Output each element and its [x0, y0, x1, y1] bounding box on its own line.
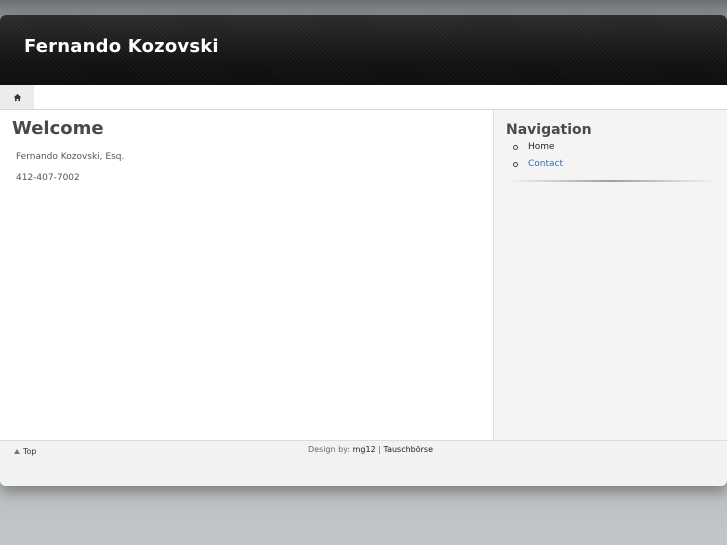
- sidebar-item-label[interactable]: Contact: [528, 159, 563, 169]
- site-header: Fernando Kozovski: [0, 15, 727, 85]
- home-icon: [13, 93, 21, 101]
- sidebar: Navigation Home Contact: [493, 110, 727, 440]
- top-navbar: [0, 85, 727, 110]
- phone-number: 412-407-7002: [16, 173, 80, 183]
- credit-link-mg12[interactable]: mg12: [353, 445, 376, 454]
- sidebar-item-contact[interactable]: Contact: [512, 158, 563, 175]
- home-tab[interactable]: [0, 85, 34, 109]
- sidebar-item-label[interactable]: Home: [528, 142, 555, 152]
- design-by-label: Design by:: [308, 445, 351, 454]
- page-title: Welcome: [12, 118, 104, 139]
- site-footer: Top Design by: mg12 | Tauschbörse: [0, 440, 727, 486]
- footer-credits: Design by: mg12 | Tauschbörse: [308, 445, 433, 454]
- owner-name: Fernando Kozovski, Esq.: [16, 152, 125, 162]
- sidebar-nav-list: Home Contact: [512, 141, 563, 175]
- back-to-top-label[interactable]: Top: [23, 447, 37, 456]
- back-to-top-link[interactable]: Top: [14, 447, 37, 456]
- site-title[interactable]: Fernando Kozovski: [24, 36, 219, 57]
- sidebar-divider: [506, 180, 716, 182]
- credit-link-tauschboerse[interactable]: Tauschbörse: [384, 445, 434, 454]
- main-column: Welcome Fernando Kozovski, Esq. 412-407-…: [0, 110, 493, 440]
- page-container: Fernando Kozovski Welcome Fernando Kozov…: [0, 15, 727, 486]
- sidebar-heading: Navigation: [506, 122, 592, 138]
- sidebar-item-home[interactable]: Home: [512, 141, 563, 158]
- caret-up-icon: [14, 449, 20, 454]
- content-area: Welcome Fernando Kozovski, Esq. 412-407-…: [0, 110, 727, 440]
- credit-separator: |: [378, 445, 381, 454]
